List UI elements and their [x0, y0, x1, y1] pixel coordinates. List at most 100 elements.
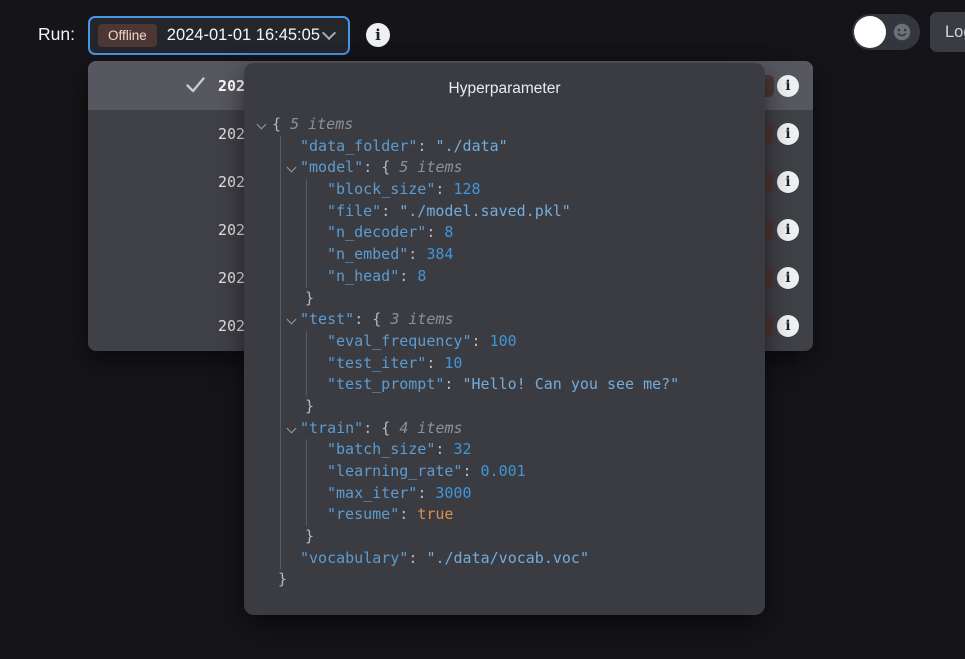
- json-segment-pun: :: [472, 332, 490, 350]
- json-segment-meta: 5 items: [290, 115, 353, 133]
- json-segment-str: "Hello! Can you see me?": [462, 375, 679, 393]
- json-segment-key: "n_head": [327, 267, 399, 285]
- json-segment-pun: : {: [354, 310, 390, 328]
- json-block: "batch_size": 32"learning_rate": 0.001"m…: [306, 439, 765, 526]
- json-segment-pun: :: [435, 180, 453, 198]
- json-line: "n_embed": 384: [307, 244, 765, 266]
- info-icon[interactable]: i: [366, 23, 390, 47]
- json-segment-key: "file": [327, 202, 381, 220]
- json-line: { 5 items: [244, 114, 765, 136]
- json-block: "data_folder": "./data""model": { 5 item…: [280, 136, 765, 570]
- json-line: }: [281, 396, 765, 418]
- json-line: "test": { 3 items: [281, 309, 765, 331]
- json-segment-key: "block_size": [327, 180, 435, 198]
- json-segment-key: "max_iter": [327, 484, 417, 502]
- json-block: "eval_frequency": 100"test_iter": 10"tes…: [306, 331, 765, 396]
- json-segment-pun: :: [408, 245, 426, 263]
- json-segment-num: 8: [444, 223, 453, 241]
- toggle-knob[interactable]: [854, 16, 886, 48]
- json-line: "learning_rate": 0.001: [307, 461, 765, 483]
- info-icon[interactable]: i: [777, 315, 799, 337]
- info-icon[interactable]: i: [777, 75, 799, 97]
- json-segment-pun: :: [399, 505, 417, 523]
- offline-status-badge: Offline: [98, 24, 157, 47]
- info-icon[interactable]: i: [777, 123, 799, 145]
- json-line: }: [244, 569, 765, 591]
- json-segment-str: "./model.saved.pkl": [399, 202, 571, 220]
- run-label: Run:: [38, 24, 75, 45]
- json-block: "block_size": 128"file": "./model.saved.…: [306, 179, 765, 287]
- json-segment-pun: }: [305, 527, 314, 545]
- json-line: "block_size": 128: [307, 179, 765, 201]
- popover-title: Hyperparameter: [244, 63, 765, 98]
- json-segment-str: "./data": [435, 137, 507, 155]
- smiley-icon: [891, 21, 913, 43]
- json-segment-bool: true: [417, 505, 453, 523]
- collapse-chevron-icon[interactable]: [287, 423, 297, 433]
- json-line: "batch_size": 32: [307, 439, 765, 461]
- chevron-down-icon: [322, 26, 336, 40]
- collapse-chevron-icon[interactable]: [287, 315, 297, 325]
- checkmark-icon: [186, 77, 205, 93]
- json-segment-pun: :: [426, 223, 444, 241]
- json-segment-pun: : {: [363, 158, 399, 176]
- json-line: }: [281, 288, 765, 310]
- json-segment-meta: 5 items: [399, 158, 462, 176]
- json-line: }: [281, 526, 765, 548]
- json-segment-pun: }: [305, 397, 314, 415]
- json-segment-meta: 3 items: [390, 310, 453, 328]
- json-segment-num: 128: [453, 180, 480, 198]
- json-segment-str: "./data/vocab.voc": [426, 549, 589, 567]
- json-line: "n_head": 8: [307, 266, 765, 288]
- json-line: "n_decoder": 8: [307, 222, 765, 244]
- json-segment-num: 32: [453, 440, 471, 458]
- json-line: "model": { 5 items: [281, 157, 765, 179]
- info-icon[interactable]: i: [777, 219, 799, 241]
- json-line: "max_iter": 3000: [307, 483, 765, 505]
- collapse-chevron-icon[interactable]: [257, 120, 267, 130]
- json-line: "train": { 4 items: [281, 418, 765, 440]
- hyperparameter-popover: Hyperparameter { 5 items"data_folder": "…: [244, 63, 765, 615]
- json-segment-pun: }: [278, 570, 287, 588]
- json-segment-key: "train": [300, 419, 363, 437]
- json-segment-pun: :: [435, 440, 453, 458]
- json-segment-num: 384: [426, 245, 453, 263]
- json-line: "test_iter": 10: [307, 353, 765, 375]
- json-segment-num: 10: [444, 354, 462, 372]
- json-segment-pun: }: [305, 289, 314, 307]
- json-segment-key: "resume": [327, 505, 399, 523]
- json-segment-key: "batch_size": [327, 440, 435, 458]
- json-segment-pun: : {: [363, 419, 399, 437]
- json-segment-num: 8: [417, 267, 426, 285]
- json-segment-pun: :: [426, 354, 444, 372]
- collapse-chevron-icon[interactable]: [287, 163, 297, 173]
- json-line: "test_prompt": "Hello! Can you see me?": [307, 374, 765, 396]
- json-segment-num: 0.001: [481, 462, 526, 480]
- json-segment-key: "learning_rate": [327, 462, 462, 480]
- log-button[interactable]: Log: [930, 12, 965, 52]
- json-segment-pun: :: [408, 549, 426, 567]
- json-line: "file": "./model.saved.pkl": [307, 201, 765, 223]
- info-icon[interactable]: i: [777, 267, 799, 289]
- json-tree: { 5 items"data_folder": "./data""model":…: [244, 114, 765, 591]
- json-line: "eval_frequency": 100: [307, 331, 765, 353]
- json-segment-key: "model": [300, 158, 363, 176]
- json-segment-pun: :: [417, 137, 435, 155]
- json-line: "resume": true: [307, 504, 765, 526]
- json-segment-meta: 4 items: [399, 419, 462, 437]
- json-segment-pun: {: [272, 115, 290, 133]
- json-segment-pun: :: [399, 267, 417, 285]
- json-segment-key: "eval_frequency": [327, 332, 472, 350]
- json-line: "data_folder": "./data": [281, 136, 765, 158]
- run-select-trigger[interactable]: Offline 2024-01-01 16:45:05: [88, 16, 350, 55]
- theme-toggle[interactable]: [852, 14, 920, 50]
- json-segment-key: "data_folder": [300, 137, 417, 155]
- json-segment-key: "vocabulary": [300, 549, 408, 567]
- json-segment-key: "test_iter": [327, 354, 426, 372]
- json-segment-key: "test": [300, 310, 354, 328]
- json-segment-pun: :: [417, 484, 435, 502]
- info-icon[interactable]: i: [777, 171, 799, 193]
- json-segment-pun: :: [462, 462, 480, 480]
- json-segment-key: "test_prompt": [327, 375, 444, 393]
- json-segment-key: "n_embed": [327, 245, 408, 263]
